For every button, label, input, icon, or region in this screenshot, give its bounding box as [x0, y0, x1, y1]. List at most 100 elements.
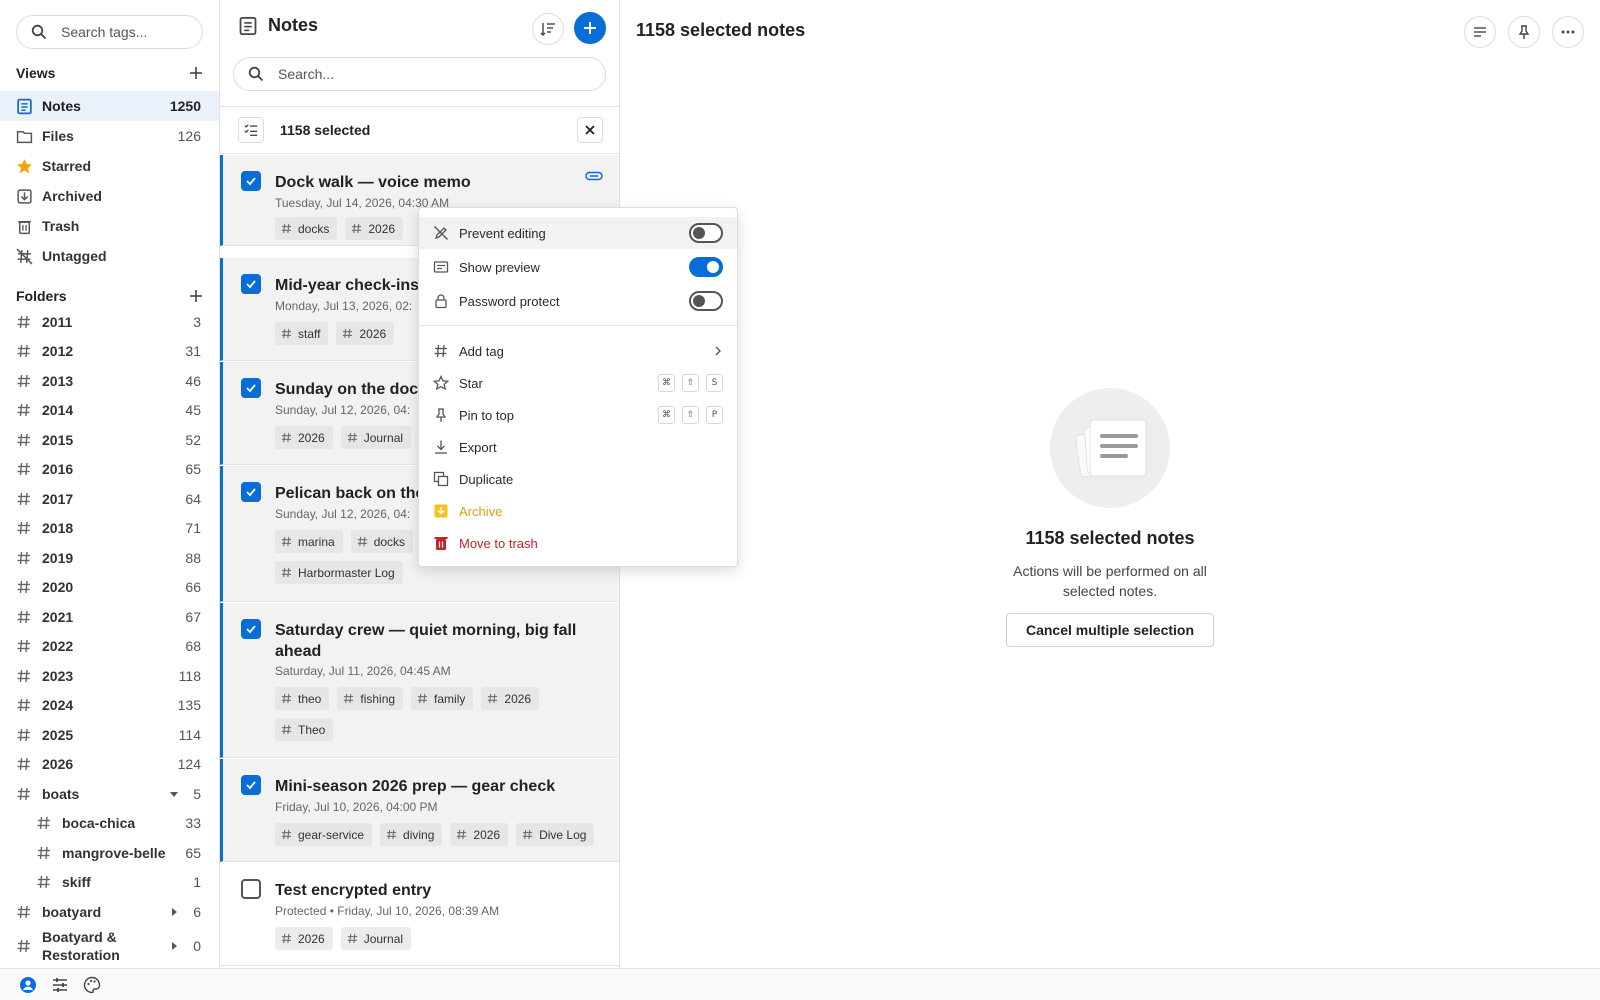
note-checkbox[interactable] [241, 171, 261, 191]
menu-item-export[interactable]: Export [419, 431, 737, 463]
view-item-starred[interactable]: Starred [0, 151, 219, 181]
folder-item[interactable]: mangrove-belle 65 [0, 838, 219, 867]
folder-label: boca-chica [62, 815, 136, 831]
folder-item[interactable]: 2013 46 [0, 366, 219, 395]
note-tag[interactable]: 2026 [336, 322, 395, 345]
folder-item[interactable]: boca-chica 33 [0, 809, 219, 838]
note-tag[interactable]: docks [275, 217, 338, 240]
selection-options-button[interactable] [238, 117, 264, 143]
note-tag[interactable]: 2026 [450, 823, 509, 846]
password-protect-toggle[interactable] [689, 291, 723, 311]
note-tag[interactable]: docks [350, 530, 414, 553]
folder-item[interactable]: 2014 45 [0, 396, 219, 425]
pin-button[interactable] [1508, 16, 1540, 48]
trash-icon [434, 537, 448, 550]
folder-item[interactable]: 2018 71 [0, 514, 219, 543]
note-tag[interactable]: diving [380, 823, 443, 846]
note-tag[interactable]: 2026 [275, 426, 333, 449]
note-tag[interactable]: Journal [340, 927, 412, 950]
hash-icon [17, 639, 30, 653]
add-folder-icon[interactable] [188, 288, 204, 304]
folder-item[interactable]: skiff 1 [0, 868, 219, 897]
folder-item[interactable]: 2023 118 [0, 661, 219, 690]
menu-item-password-protect[interactable]: Password protect [419, 285, 737, 317]
add-view-icon[interactable] [188, 65, 204, 81]
note-tag[interactable]: family [411, 687, 474, 710]
note-checkbox[interactable] [241, 775, 261, 795]
note-tag[interactable]: fishing [337, 687, 404, 710]
menu-item-star[interactable]: Star ⌘ ⇧ S [419, 367, 737, 399]
view-item-trash[interactable]: Trash [0, 211, 219, 241]
folder-item[interactable]: 2011 3 [0, 307, 219, 336]
note-checkbox[interactable] [241, 274, 261, 294]
note-checkbox[interactable] [241, 482, 261, 502]
folder-item[interactable]: 2025 114 [0, 720, 219, 749]
note-tag[interactable]: marina [275, 530, 343, 553]
menu-item-move-to-trash[interactable]: Move to trash [419, 527, 737, 559]
menu-item-archive[interactable]: Archive [419, 495, 737, 527]
more-button[interactable] [1552, 16, 1584, 48]
note-tag[interactable]: staff [275, 322, 329, 345]
tag-label: 2026 [298, 931, 325, 946]
note-checkbox[interactable] [241, 879, 261, 899]
note-tag[interactable]: Theo [275, 718, 334, 741]
note-tag[interactable]: Harbormaster Log [275, 561, 403, 584]
menu-item-pin-to-top[interactable]: Pin to top ⌘ ⇧ P [419, 399, 737, 431]
folder-item[interactable]: 2026 124 [0, 750, 219, 779]
note-item[interactable]: Test encrypted entry Protected • Friday,… [220, 863, 619, 966]
menu-item-duplicate[interactable]: Duplicate [419, 463, 737, 495]
view-item-notes[interactable]: Notes 1250 [0, 91, 219, 121]
view-item-files[interactable]: Files 126 [0, 121, 219, 151]
view-item-archived[interactable]: Archived [0, 181, 219, 211]
empty-state: 1158 selected notes Actions will be perf… [990, 388, 1230, 647]
folder-item[interactable]: 2020 66 [0, 573, 219, 602]
tag-search-input[interactable] [61, 24, 191, 40]
sort-button[interactable] [532, 13, 564, 45]
folder-item[interactable]: 2015 52 [0, 425, 219, 454]
note-options-button[interactable] [1464, 16, 1496, 48]
account-button[interactable] [18, 975, 38, 995]
hash-icon [17, 669, 30, 682]
folder-item[interactable]: boatyard 6 [0, 897, 219, 926]
folder-item[interactable]: 2021 67 [0, 602, 219, 631]
chevron-right-icon[interactable] [169, 907, 179, 917]
folder-item[interactable]: 2017 64 [0, 484, 219, 513]
note-tag[interactable]: Dive Log [516, 823, 595, 846]
notes-search[interactable] [233, 57, 606, 91]
note-checkbox[interactable] [241, 619, 261, 639]
menu-item-show-preview[interactable]: Show preview [419, 251, 737, 283]
folder-item[interactable]: 2016 65 [0, 455, 219, 484]
folder-item[interactable]: 2022 68 [0, 632, 219, 661]
notes-search-input[interactable] [278, 66, 578, 82]
note-tag[interactable]: 2026 [345, 217, 404, 240]
folder-item[interactable]: boats 5 [0, 779, 219, 808]
themes-button[interactable] [82, 975, 102, 995]
note-tag[interactable]: theo [275, 687, 330, 710]
tag-search[interactable] [16, 15, 203, 49]
preferences-button[interactable] [50, 975, 70, 995]
note-tag[interactable]: gear-service [275, 823, 373, 846]
lock-icon [435, 294, 447, 309]
menu-item-prevent-editing[interactable]: Prevent editing [419, 217, 737, 249]
cancel-multiple-selection-button[interactable]: Cancel multiple selection [1006, 613, 1214, 647]
chevron-down-icon[interactable] [169, 789, 179, 799]
note-item[interactable]: Mini-season 2026 prep — gear check Frida… [220, 759, 619, 862]
note-tag[interactable]: 2026 [481, 687, 540, 710]
clear-selection-button[interactable] [577, 117, 603, 143]
note-tag[interactable]: 2026 [275, 927, 333, 950]
note-tag[interactable]: Journal [340, 426, 412, 449]
new-note-button[interactable] [574, 12, 606, 44]
show-preview-toggle[interactable] [689, 257, 723, 277]
note-checkbox[interactable] [241, 378, 261, 398]
view-item-untagged[interactable]: Untagged [0, 241, 219, 271]
folder-item[interactable]: Boatyard & Restoration 0 [0, 927, 219, 965]
folder-item[interactable]: 2024 135 [0, 691, 219, 720]
tag-label: docks [298, 221, 330, 236]
menu-item-add-tag[interactable]: Add tag [419, 335, 737, 367]
folder-item[interactable]: 2019 88 [0, 543, 219, 572]
folder-item[interactable]: 2012 31 [0, 337, 219, 366]
note-item[interactable]: Saturday crew — quiet morning, big fall … [220, 603, 619, 758]
prevent-editing-toggle[interactable] [689, 223, 723, 243]
chevron-right-icon[interactable] [169, 941, 179, 951]
hash-icon [281, 724, 292, 735]
